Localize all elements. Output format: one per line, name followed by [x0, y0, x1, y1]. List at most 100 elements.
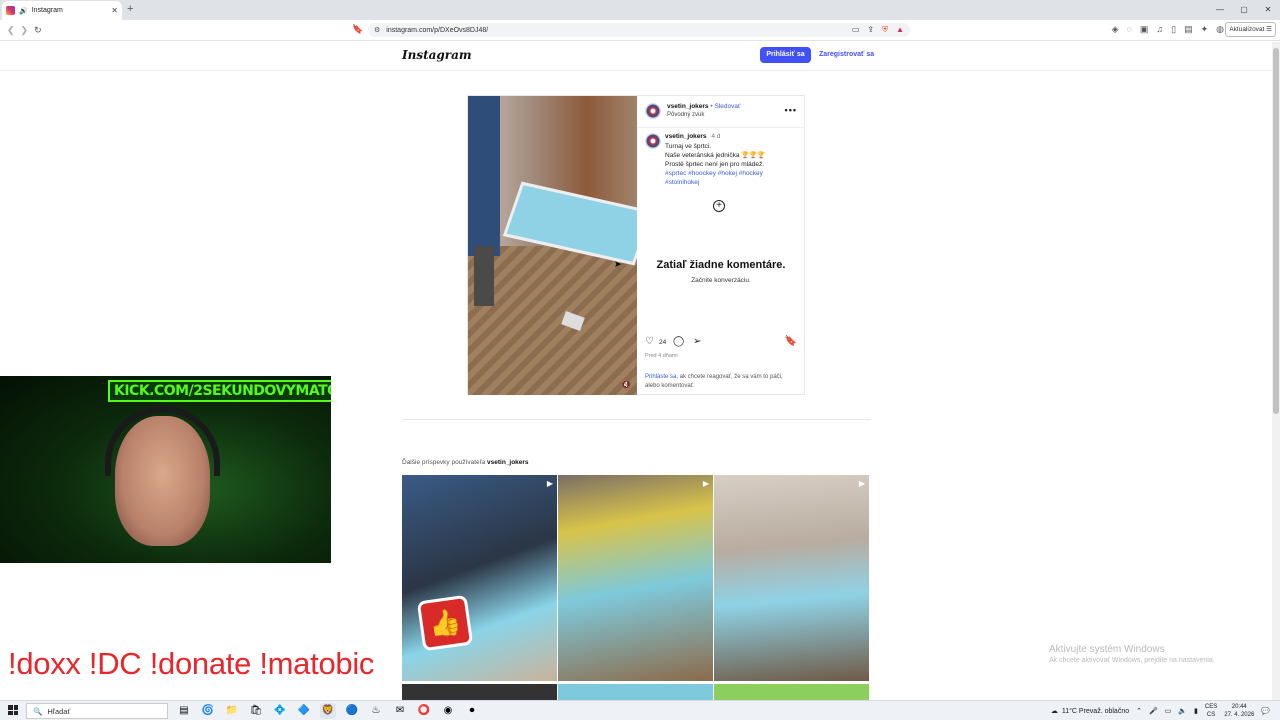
like-count[interactable]: 24	[659, 339, 666, 346]
language-indicator[interactable]: CES CS	[1205, 703, 1217, 719]
kick-banner: KICK.COM/2SEKUNDOVYMATO	[108, 380, 331, 402]
battery-icon[interactable]: ▮	[1194, 707, 1198, 715]
screenshot-icon[interactable]: ▣	[1140, 24, 1149, 35]
more-posts-username[interactable]: vsetin_jokers	[487, 459, 529, 466]
sidebar-icon[interactable]: ▯	[1171, 24, 1176, 35]
cloud-icon: ☁	[1050, 708, 1058, 715]
section-divider	[402, 419, 871, 420]
brave-shield-icon[interactable]: ⛨	[882, 25, 888, 35]
back-arrow-icon[interactable]: ❮	[7, 25, 15, 36]
app-icon[interactable]: 🔷	[296, 703, 312, 719]
network-icon[interactable]: ▭	[1165, 707, 1172, 715]
login-button[interactable]: Prihlásiť sa	[760, 47, 811, 63]
more-options-icon[interactable]: •••	[785, 105, 797, 115]
obs-icon[interactable]: ◉	[440, 703, 456, 719]
extensions-icon[interactable]: ✦	[1201, 24, 1209, 35]
wallet-icon[interactable]: ◈	[1112, 24, 1119, 35]
task-view-icon[interactable]: ▤	[176, 703, 192, 719]
plus-circle-icon[interactable]: +	[713, 200, 725, 212]
original-audio-link[interactable]: Pôvodný zvuk	[667, 112, 704, 118]
caption-age: 4 d	[711, 133, 721, 140]
notifications-icon[interactable]: 💬	[1261, 707, 1270, 715]
scrollbar-thumb[interactable]	[1273, 48, 1279, 414]
taskbar-search[interactable]: 🔍 Hľadať	[26, 703, 168, 719]
page-scrollbar[interactable]	[1272, 42, 1280, 700]
post-thumbnail[interactable]	[402, 684, 557, 700]
store-icon[interactable]: 🛍	[248, 703, 264, 719]
system-tray: ☁ 11°C Prevaž. oblačno ⌃ 🎤 ▭ 🔈 ▮ CES CS 20…	[1051, 703, 1270, 719]
caption-avatar[interactable]	[645, 133, 661, 149]
windows-taskbar: 🔍 Hľadať ▤ 🌀 📁 🛍 💠 🔷 🦁 🔵 ♨ ✉ ⭕ ◉ ⏺ ☁ 11°C…	[0, 700, 1280, 720]
weather-text: 11°C Prevaž. oblačno	[1061, 707, 1130, 715]
vpn-icon[interactable]: ◍	[1216, 24, 1224, 35]
post-owner[interactable]: vsetin_jokers	[667, 103, 709, 110]
start-button[interactable]	[8, 705, 18, 715]
maximize-button[interactable]: ▢	[1232, 0, 1256, 20]
file-explorer-icon[interactable]: 📁	[224, 703, 240, 719]
speaker-icon[interactable]: 🔊	[19, 7, 28, 15]
app-taskbar-icon[interactable]: 🔵	[344, 703, 360, 719]
minimize-button[interactable]: —	[1208, 0, 1232, 20]
taskbar-search-label: Hľadať	[47, 706, 71, 716]
share-page-icon[interactable]: ⇪	[867, 25, 874, 35]
opera-icon[interactable]: ⭕	[416, 703, 432, 719]
new-tab-button[interactable]: +	[127, 3, 133, 15]
volume-icon[interactable]: 🔈	[1178, 707, 1187, 715]
chat-icon[interactable]: ◌	[1127, 24, 1132, 35]
edge-icon[interactable]: 🌀	[200, 703, 216, 719]
video-person-legs	[474, 246, 494, 306]
address-bar[interactable]: ⚙ instagram.com/p/DXeOvs8DJ48/ ▭ ⇪ ⛨ ▲	[368, 23, 910, 37]
login-hint-link[interactable]: Prihláste sa,	[645, 374, 678, 380]
cast-icon[interactable]: ▭	[852, 25, 860, 35]
microphone-icon[interactable]: 🎤	[1149, 707, 1158, 715]
brave-taskbar-icon[interactable]: 🦁	[320, 703, 336, 719]
forward-arrow-icon[interactable]: ❯	[21, 25, 29, 36]
tab-title: Instagram	[31, 7, 63, 14]
caption-username[interactable]: vsetin_jokers	[665, 133, 707, 140]
heart-icon[interactable]: ♡	[645, 336, 654, 347]
video-person	[468, 96, 500, 256]
watermark-subtitle: Ak chcete aktivovať Windows, prejdite na…	[1049, 657, 1215, 664]
signup-link[interactable]: Zaregistrovať sa	[819, 51, 874, 58]
unknown-app-icon[interactable]: ✉	[392, 703, 408, 719]
chevron-up-icon[interactable]: ⌃	[1136, 707, 1142, 715]
audio-toggle-icon[interactable]: 🔇	[621, 380, 631, 389]
update-button[interactable]: Aktualizovat ☰	[1225, 22, 1276, 37]
no-comments-heading: Zatiaľ žiadne komentáre.	[656, 259, 786, 271]
site-info-icon[interactable]: ⚙	[374, 26, 380, 34]
close-window-button[interactable]: ✕	[1256, 0, 1280, 20]
weather-widget[interactable]: ☁ 11°C Prevaž. oblačno	[1050, 707, 1130, 716]
post-thumbnail[interactable]	[558, 684, 713, 700]
tab-close-icon[interactable]: ✕	[111, 6, 118, 15]
post-date: Pred 4 dňami	[645, 353, 678, 359]
share-icon[interactable]: ➢	[693, 336, 701, 347]
clock[interactable]: 20:44 27. 4. 2026	[1224, 703, 1254, 719]
bookmark-page-icon[interactable]: 🔖	[352, 24, 363, 35]
comment-icon[interactable]: ◯	[673, 336, 684, 347]
reel-icon: ▶	[702, 479, 709, 488]
post-thumbnail[interactable]: ▶	[558, 475, 713, 681]
instagram-favicon-icon	[6, 6, 15, 15]
browser-tab[interactable]: 🔊 Instagram ✕	[2, 1, 122, 20]
clock-date: 27. 4. 2026	[1224, 712, 1255, 718]
post-thumbnail[interactable]: ▶	[714, 475, 869, 681]
url-text[interactable]: instagram.com/p/DXeOvs8DJ48/	[386, 27, 846, 34]
steam-icon[interactable]: ♨	[368, 703, 384, 719]
post-actions: ♡ 24 ◯ ➢ 🔖	[637, 333, 805, 351]
post-video[interactable]: ➤ 🔇	[468, 96, 637, 395]
caption-hashtags[interactable]: #sprtec #hoockey #hokej #hockey #stolnih…	[665, 169, 785, 187]
brave-rewards-icon[interactable]: ▲	[896, 25, 904, 35]
instagram-logo[interactable]: Instagram	[402, 48, 472, 62]
caption-line: Naše veteránská jednička 🏆🏆🏆	[665, 152, 766, 159]
recording-icon[interactable]: ⏺	[464, 703, 480, 719]
taskbar-apps: ▤ 🌀 📁 🛍 💠 🔷 🦁 🔵 ♨ ✉ ⭕ ◉ ⏺	[176, 703, 480, 719]
post-thumbnail[interactable]	[714, 684, 869, 700]
bookmark-icon[interactable]: 🔖	[785, 336, 797, 347]
follow-button[interactable]: Sledovať	[714, 103, 740, 110]
music-icon[interactable]: ♫	[1156, 24, 1163, 35]
avatar[interactable]	[645, 103, 661, 119]
teams-icon[interactable]: 💠	[272, 703, 288, 719]
post-thumbnail[interactable]: ▶	[402, 475, 557, 681]
reload-icon[interactable]: ↻	[34, 25, 42, 36]
tabs-icon[interactable]: ▤	[1184, 24, 1193, 35]
